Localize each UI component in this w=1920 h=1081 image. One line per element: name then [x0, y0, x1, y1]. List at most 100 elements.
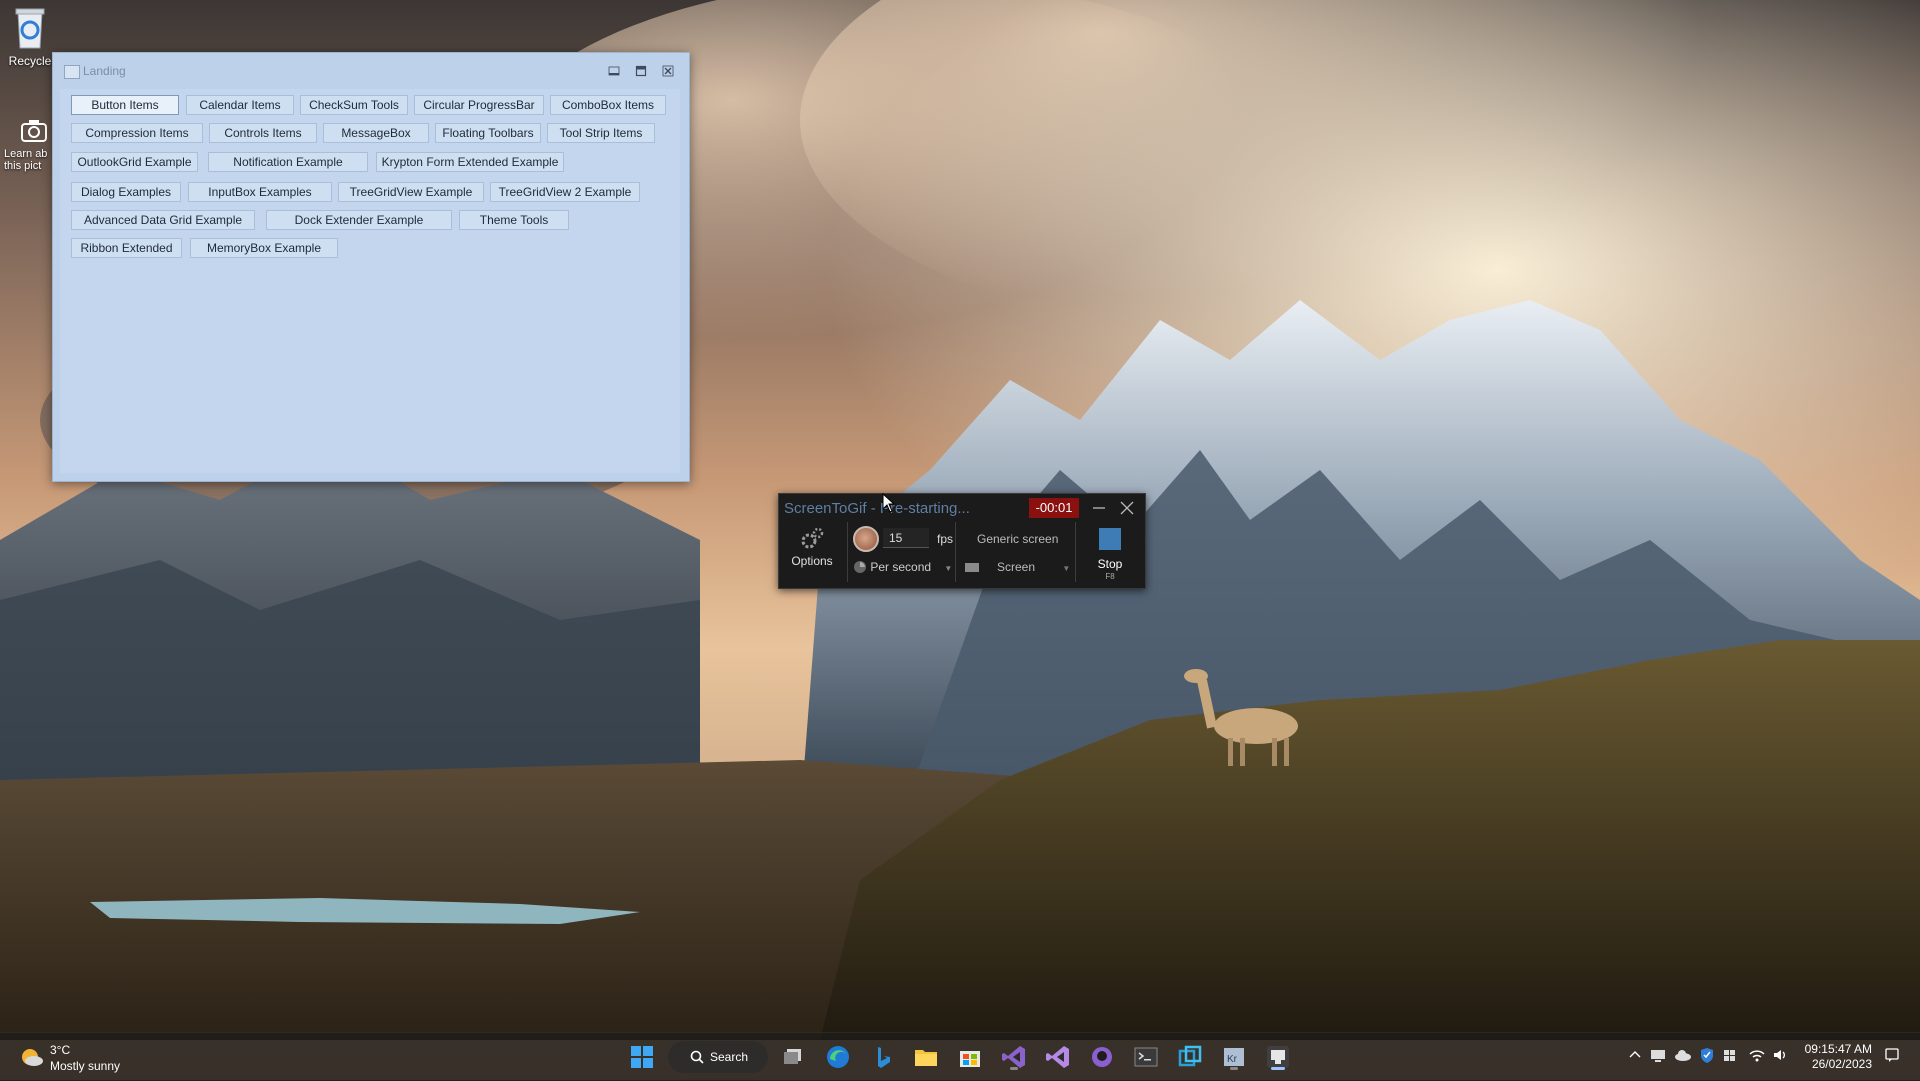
visual-studio-preview-button[interactable] — [1042, 1041, 1074, 1073]
messagebox-button[interactable]: MessageBox — [323, 123, 429, 143]
stop-shortcut: F8 — [1105, 572, 1115, 581]
ribbon-extended-button[interactable]: Ribbon Extended — [71, 238, 182, 258]
advanced-data-grid-example-button[interactable]: Advanced Data Grid Example — [71, 210, 255, 230]
file-explorer-button[interactable] — [910, 1041, 942, 1073]
frequency-value: Per second — [870, 560, 932, 574]
onedrive-icon[interactable] — [1674, 1045, 1692, 1065]
options-label: Options — [791, 554, 833, 568]
minimize-button[interactable] — [603, 62, 625, 80]
minimize-icon — [1093, 507, 1105, 509]
active-indicator — [1271, 1067, 1285, 1070]
checksum-tools-button[interactable]: CheckSum Tools — [300, 95, 408, 115]
security-shield-icon[interactable] — [1700, 1045, 1714, 1065]
krypton-app-button[interactable]: Kr — [1218, 1041, 1250, 1073]
close-icon — [1120, 501, 1134, 515]
calendar-items-button[interactable]: Calendar Items — [186, 95, 294, 115]
krypton-form-extended-example-button[interactable]: Krypton Form Extended Example — [376, 152, 564, 172]
close-icon — [662, 65, 674, 77]
dialog-examples-button[interactable]: Dialog Examples — [71, 182, 181, 202]
landing-titlebar[interactable]: Landing — [53, 53, 689, 89]
clock-time: 09:15:47 AM — [1804, 1042, 1872, 1056]
maximize-icon — [635, 65, 647, 77]
close-button[interactable] — [657, 62, 679, 80]
fps-input[interactable]: 15 — [883, 528, 929, 548]
desktop-icon-label: Recycle — [8, 54, 52, 68]
screentogif-button[interactable] — [1262, 1041, 1294, 1073]
bing-button[interactable] — [866, 1041, 898, 1073]
edge-button[interactable] — [822, 1041, 854, 1073]
floating-toolbars-button[interactable]: Floating Toolbars — [435, 123, 541, 143]
outlookgrid-example-button[interactable]: OutlookGrid Example — [71, 152, 198, 172]
taskbar: 3°C Mostly sunny Search Kr 09:15:47 AM 2… — [0, 1032, 1920, 1081]
landing-client-area: Button Items Calendar Items CheckSum Too… — [60, 89, 680, 473]
taskbar-search-box[interactable]: Search — [668, 1041, 768, 1073]
edge-icon — [827, 1046, 849, 1068]
memorybox-example-button[interactable]: MemoryBox Example — [190, 238, 338, 258]
theme-tools-button[interactable]: Theme Tools — [459, 210, 569, 230]
wifi-icon[interactable] — [1748, 1045, 1766, 1065]
github-desktop-button[interactable] — [1086, 1041, 1118, 1073]
tool-strip-items-button[interactable]: Tool Strip Items — [547, 123, 655, 143]
recorder-minimize-button[interactable] — [1089, 498, 1109, 518]
gear-icon — [801, 527, 824, 549]
recording-timer: -00:01 — [1029, 498, 1079, 518]
visual-studio-button[interactable] — [998, 1041, 1030, 1073]
search-label: Search — [710, 1050, 749, 1064]
circular-progressbar-button[interactable]: Circular ProgressBar — [414, 95, 544, 115]
terminal-icon — [1134, 1047, 1158, 1067]
windows-update-icon[interactable] — [1722, 1045, 1738, 1065]
snipping-icon — [1178, 1045, 1202, 1067]
weather-temperature: 3°C — [50, 1043, 71, 1057]
screentogif-recorder-window[interactable]: ScreenToGif - Pre-starting... -00:01 Opt… — [778, 493, 1146, 589]
controls-items-button[interactable]: Controls Items — [209, 123, 317, 143]
recorder-close-button[interactable] — [1117, 498, 1137, 518]
fps-label: fps — [937, 532, 954, 546]
volume-icon[interactable] — [1772, 1045, 1788, 1065]
window-title: Landing — [83, 64, 126, 78]
weather-condition: Mostly sunny — [50, 1059, 121, 1073]
capture-mode-label: Generic screen — [977, 532, 1059, 546]
options-button[interactable]: Options — [787, 526, 837, 568]
notification-bell-icon[interactable] — [1884, 1045, 1900, 1065]
record-button[interactable] — [853, 526, 879, 552]
maximize-button[interactable] — [630, 62, 652, 80]
button-items-button[interactable]: Button Items — [71, 95, 179, 115]
mouse-cursor-icon — [882, 493, 896, 513]
sunny-weather-icon — [22, 1049, 43, 1066]
terminal-button[interactable] — [1130, 1041, 1162, 1073]
monitor-icon — [965, 563, 979, 572]
clock-icon — [854, 561, 866, 573]
running-indicator — [1230, 1067, 1238, 1070]
start-button[interactable] — [626, 1041, 658, 1073]
screen-dropdown[interactable]: Screen ▼ — [997, 560, 1070, 574]
treegridview-2-example-button[interactable]: TreeGridView 2 Example — [490, 182, 640, 202]
chevron-up-icon[interactable] — [1628, 1045, 1642, 1065]
landing-window[interactable]: Landing Button Items Calendar Items Chec… — [52, 52, 690, 482]
github-desktop-icon — [1092, 1047, 1112, 1067]
running-indicator — [1010, 1067, 1018, 1070]
display-icon[interactable] — [1650, 1045, 1666, 1065]
windows-logo-icon — [631, 1046, 653, 1068]
svg-text:Kr: Kr — [1227, 1054, 1238, 1065]
notification-example-button[interactable]: Notification Example — [208, 152, 368, 172]
stop-label: Stop — [1097, 557, 1123, 571]
combobox-items-button[interactable]: ComboBox Items — [550, 95, 666, 115]
snipping-tool-button[interactable] — [1174, 1041, 1206, 1073]
task-view-button[interactable] — [778, 1041, 810, 1073]
weather-widget[interactable]: 3°C Mostly sunny — [0, 1033, 140, 1081]
camera-icon — [21, 120, 47, 142]
dock-extender-example-button[interactable]: Dock Extender Example — [266, 210, 452, 230]
inputbox-examples-button[interactable]: InputBox Examples — [188, 182, 332, 202]
frequency-dropdown[interactable]: Per second ▼ — [853, 560, 952, 574]
compression-items-button[interactable]: Compression Items — [71, 123, 203, 143]
visual-studio-preview-icon — [1046, 1046, 1069, 1068]
search-icon — [690, 1050, 704, 1064]
recycle-bin-desktop-icon[interactable]: Recycle — [0, 6, 60, 68]
minimize-icon — [608, 66, 620, 76]
treegridview-example-button[interactable]: TreeGridView Example — [338, 182, 484, 202]
clock-date: 26/02/2023 — [1811, 1057, 1872, 1071]
system-clock[interactable]: 09:15:47 AM 26/02/2023 — [1792, 1042, 1872, 1072]
file-explorer-icon — [915, 1050, 937, 1066]
stop-button[interactable] — [1099, 528, 1121, 550]
microsoft-store-button[interactable] — [954, 1041, 986, 1073]
